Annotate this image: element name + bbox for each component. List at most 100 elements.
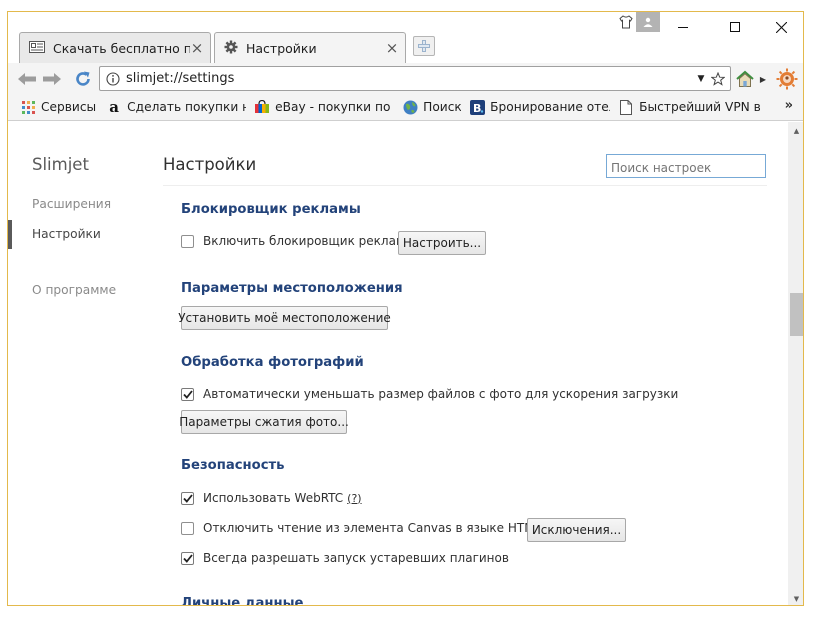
bookmark-label: Бронирование отеле	[490, 100, 610, 114]
minimize-icon	[678, 27, 688, 28]
checkmark-icon	[182, 389, 193, 399]
address-bar[interactable]: slimjet://settings ▼	[99, 66, 731, 91]
plus-icon	[418, 40, 430, 52]
section-title-personal: Личные данные	[181, 596, 304, 606]
sun-extension-icon	[776, 68, 798, 90]
home-icon	[736, 70, 754, 87]
bookmarks-overflow-button[interactable]: »	[785, 98, 793, 113]
scrollbar-thumb[interactable]	[790, 293, 803, 336]
bookmark-search[interactable]: Поиск	[398, 96, 465, 118]
tab-settings[interactable]: Настройки ×	[214, 32, 406, 63]
sidebar-item-extensions[interactable]: Расширения	[32, 197, 111, 211]
settings-search-input[interactable]	[606, 154, 766, 178]
tab-close-icon[interactable]: ×	[385, 39, 399, 57]
bookmark-ebay[interactable]: eBay - покупки по ск	[250, 96, 398, 118]
adblock-configure-button[interactable]: Настроить...	[398, 231, 486, 255]
bookmarks-bar: Сервисы a Сделать покупки на eBay - поку…	[8, 94, 803, 121]
close-icon	[775, 21, 787, 33]
page-title: Настройки	[163, 155, 257, 174]
minimize-button[interactable]	[660, 12, 706, 42]
checkmark-icon	[182, 493, 193, 503]
bookmark-label: eBay - покупки по ск	[275, 100, 394, 114]
tab-download[interactable]: Скачать бесплатно про ×	[19, 32, 211, 63]
photo-checkbox-label: Автоматически уменьшать размер файлов с …	[203, 387, 679, 401]
gear-icon	[224, 40, 238, 57]
url-text[interactable]: slimjet://settings	[126, 71, 693, 86]
bookmark-label: Сервисы	[41, 100, 97, 114]
home-button[interactable]	[733, 68, 757, 90]
plugins-checkbox-row[interactable]: Всегда разрешать запуск устаревших плаги…	[181, 551, 509, 565]
bookmark-star-icon[interactable]	[709, 71, 727, 86]
sidebar-selected-marker	[8, 220, 12, 249]
plugins-checkbox-label: Всегда разрешать запуск устаревших плаги…	[203, 551, 509, 565]
amazon-icon: a	[109, 98, 120, 116]
photo-compression-button[interactable]: Параметры сжатия фото...	[179, 410, 349, 434]
settings-page: Slimjet Расширения Настройки О программе…	[8, 122, 788, 606]
section-title-security: Безопасность	[181, 458, 285, 473]
shirt-icon[interactable]	[616, 12, 636, 32]
globe-icon	[402, 99, 418, 115]
home-menu-arrow-icon[interactable]: ▶	[758, 68, 768, 90]
forward-button[interactable]	[41, 68, 63, 90]
checkmark-icon	[182, 553, 193, 563]
canvas-checkbox-label: Отключить чтение из элемента Canvas в яз…	[203, 521, 549, 535]
page-icon	[618, 99, 634, 115]
webrtc-checkbox[interactable]	[181, 491, 194, 505]
tab-close-icon[interactable]: ×	[190, 39, 204, 57]
bookmark-services[interactable]: Сервисы	[16, 96, 100, 118]
webrtc-help-link[interactable]: (?)	[347, 492, 361, 505]
maximize-button[interactable]	[712, 12, 758, 42]
photo-checkbox-row[interactable]: Автоматически уменьшать размер файлов с …	[181, 387, 678, 401]
canvas-checkbox-row[interactable]: Отключить чтение из элемента Canvas в яз…	[181, 521, 567, 535]
bookmark-vpn[interactable]: Быстрейший VPN в м	[614, 96, 764, 118]
header-divider	[163, 185, 767, 186]
canvas-exceptions-button[interactable]: Исключения...	[527, 518, 626, 542]
section-title-location: Параметры местоположения	[181, 281, 403, 296]
bookmark-label: Сделать покупки на	[127, 100, 247, 114]
bookmark-label: Быстрейший VPN в м	[639, 100, 761, 114]
avatar-icon[interactable]	[636, 12, 660, 32]
webrtc-checkbox-row[interactable]: Использовать WebRTC (?)	[181, 491, 362, 505]
tab-label: Настройки	[246, 40, 317, 56]
profile-area	[616, 12, 660, 32]
scroll-down-arrow-icon[interactable]: ▼	[788, 590, 803, 605]
adblock-checkbox-row[interactable]: Включить блокировщик рекламы	[181, 234, 414, 248]
extension-button[interactable]	[774, 68, 800, 90]
close-window-button[interactable]	[758, 12, 803, 42]
scroll-up-arrow-icon[interactable]: ▲	[788, 122, 803, 139]
sidebar-item-settings[interactable]: Настройки	[32, 227, 101, 241]
toolbar: slimjet://settings ▼ ▶	[8, 63, 803, 94]
browser-window: Скачать бесплатно про × Настройки ×	[7, 11, 804, 606]
reload-button[interactable]	[72, 68, 94, 90]
adblock-checkbox-label: Включить блокировщик рекламы	[203, 234, 415, 248]
webrtc-checkbox-label: Использовать WebRTC	[203, 491, 344, 505]
section-title-photo: Обработка фотографий	[181, 355, 364, 370]
booking-icon: B	[469, 99, 485, 115]
maximize-icon	[730, 22, 740, 32]
forward-arrow-icon	[43, 73, 61, 85]
adblock-checkbox[interactable]	[181, 234, 194, 248]
bookmark-amazon[interactable]: a Сделать покупки на	[102, 96, 250, 118]
title-bar: Скачать бесплатно про × Настройки ×	[8, 12, 803, 63]
svg-text:B: B	[473, 102, 481, 115]
bookmark-label: Поиск	[423, 100, 462, 114]
back-button[interactable]	[16, 68, 38, 90]
ebay-icon	[254, 99, 270, 115]
photo-checkbox[interactable]	[181, 387, 194, 401]
bookmark-booking[interactable]: B Бронирование отеле	[465, 96, 614, 118]
sidebar-item-about[interactable]: О программе	[32, 283, 116, 297]
new-tab-button[interactable]	[413, 36, 435, 56]
reload-icon	[76, 71, 90, 86]
vertical-scrollbar[interactable]: ▲ ▼	[788, 122, 803, 605]
webpage-icon	[29, 40, 45, 56]
canvas-checkbox[interactable]	[181, 521, 194, 535]
brand-title: Slimjet	[32, 155, 89, 174]
section-title-adblock: Блокировщик рекламы	[181, 202, 361, 217]
tab-label: Скачать бесплатно про	[53, 40, 190, 56]
info-icon[interactable]	[106, 71, 120, 86]
apps-icon	[20, 99, 36, 115]
set-location-button[interactable]: Установить моё местоположение	[178, 306, 391, 330]
sidebar: Slimjet Расширения Настройки О программе	[8, 122, 158, 605]
plugins-checkbox[interactable]	[181, 551, 194, 565]
dropdown-arrow-icon[interactable]: ▼	[693, 74, 709, 84]
